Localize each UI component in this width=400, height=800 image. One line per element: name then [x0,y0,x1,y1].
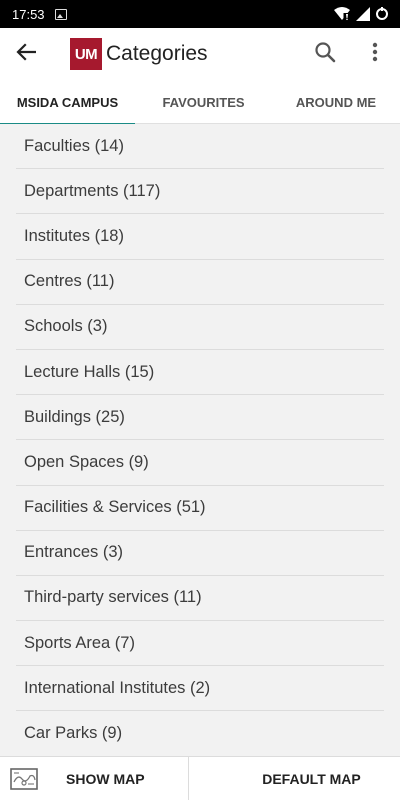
search-icon [314,41,336,68]
um-logo: UM [70,38,102,70]
list-item[interactable]: Faculties (14) [16,124,384,170]
tab-around-me[interactable]: AROUND ME [272,80,400,124]
status-time: 17:53 [12,6,45,22]
back-arrow-icon [16,42,37,66]
list-item[interactable]: Departments (117) [16,169,384,215]
list-item[interactable]: Sports Area (7) [16,621,384,667]
list-item[interactable]: Open Spaces (9) [16,440,384,486]
list-item[interactable]: Buildings (25) [16,395,384,441]
list-item[interactable]: Centres (11) [16,260,384,305]
bottom-bar: SHOW MAP DEFAULT MAP [0,756,400,800]
list-item[interactable]: Third-party services (11) [16,576,384,622]
list-item[interactable]: Lecture Halls (15) [16,350,384,396]
wifi-icon [334,7,350,21]
list-item[interactable]: Car Parks (9) [16,711,384,756]
map-icon [10,767,38,795]
default-map-button[interactable]: DEFAULT MAP [189,757,400,800]
app-bar: UM Categories [0,28,400,80]
list-item[interactable]: Institutes (18) [16,214,384,260]
more-vert-icon [372,42,378,67]
overflow-menu-button[interactable] [350,28,400,80]
tab-bar: MSIDA CAMPUS FAVOURITES AROUND ME [0,80,400,125]
image-icon [54,8,67,20]
search-button[interactable] [300,28,350,80]
list-item[interactable]: Facilities & Services (51) [16,486,384,531]
battery-icon [376,7,388,21]
category-list[interactable]: Faculties (14) Departments (117) Institu… [0,124,400,756]
tab-favourites[interactable]: FAVOURITES [135,80,272,124]
list-item[interactable]: Entrances (3) [16,531,384,576]
list-item[interactable]: Schools (3) [16,305,384,350]
back-button[interactable] [0,28,52,80]
page-title: Categories [106,42,208,65]
tab-msida-campus[interactable]: MSIDA CAMPUS [0,80,135,125]
show-map-label: SHOW MAP [66,770,145,787]
show-map-button[interactable]: SHOW MAP [0,757,188,800]
list-item[interactable]: International Institutes (2) [16,666,384,712]
signal-icon [356,7,370,21]
status-bar: 17:53 [0,0,400,28]
